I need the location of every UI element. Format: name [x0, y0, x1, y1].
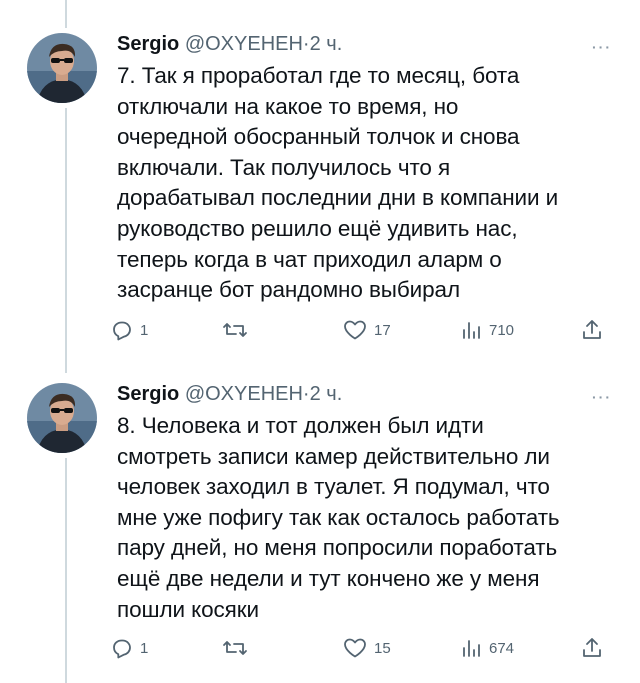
author-name[interactable]: Sergio — [117, 383, 179, 405]
more-icon[interactable]: ··· — [592, 39, 612, 55]
reply-count: 1 — [140, 639, 149, 657]
share-icon — [583, 320, 601, 339]
author-name[interactable]: Sergio — [117, 33, 179, 55]
retweet-button[interactable] — [222, 636, 254, 660]
tweet-actions: 1 17 710 — [110, 318, 610, 348]
tweet-header: Sergio @OXYEHEH·2 ч. — [117, 31, 342, 57]
reply-button[interactable]: 1 — [110, 636, 148, 660]
like-button[interactable]: 17 — [342, 318, 391, 342]
retweet-icon — [223, 641, 247, 655]
separator-dot: · — [302, 33, 310, 55]
views-button[interactable]: 710 — [459, 318, 514, 342]
views-count: 710 — [489, 321, 515, 339]
share-button[interactable] — [580, 318, 604, 342]
author-handle[interactable]: @OXYEHEH — [185, 383, 303, 405]
heart-icon — [344, 320, 366, 340]
avatar[interactable] — [27, 33, 97, 103]
retweet-icon — [223, 323, 247, 337]
tweet-7[interactable]: Sergio @OXYEHEH·2 ч. ··· 7. Так я прораб… — [0, 33, 640, 363]
retweet-button[interactable] — [222, 318, 254, 342]
more-icon[interactable]: ··· — [592, 389, 612, 405]
like-count: 17 — [374, 321, 391, 339]
tweet-header: Sergio @OXYEHEH·2 ч. — [117, 381, 342, 407]
views-icon — [463, 322, 480, 339]
reply-count: 1 — [140, 321, 149, 339]
like-count: 15 — [374, 639, 391, 657]
separator-dot: · — [302, 383, 310, 405]
views-icon — [463, 640, 480, 657]
tweet-actions: 1 15 674 — [110, 636, 610, 666]
tweet-8[interactable]: Sergio @OXYEHEH·2 ч. ··· 8. Человека и т… — [0, 383, 640, 683]
reply-button[interactable]: 1 — [110, 318, 148, 342]
reply-icon — [113, 639, 131, 659]
timestamp[interactable]: 2 ч. — [310, 33, 343, 55]
share-button[interactable] — [580, 636, 604, 660]
reply-icon — [113, 321, 131, 341]
author-handle[interactable]: @OXYEHEH — [185, 33, 303, 55]
tweet-text: 8. Человека и тот должен был идти смотре… — [117, 413, 560, 622]
avatar[interactable] — [27, 383, 97, 453]
share-icon — [583, 638, 601, 657]
tweet-text: 7. Так я проработал где то месяц, бота о… — [117, 63, 559, 303]
views-count: 674 — [489, 639, 515, 657]
thread-line-top — [65, 0, 67, 28]
like-button[interactable]: 15 — [342, 636, 391, 660]
views-button[interactable]: 674 — [459, 636, 514, 660]
timestamp[interactable]: 2 ч. — [310, 383, 343, 405]
heart-icon — [344, 638, 366, 658]
